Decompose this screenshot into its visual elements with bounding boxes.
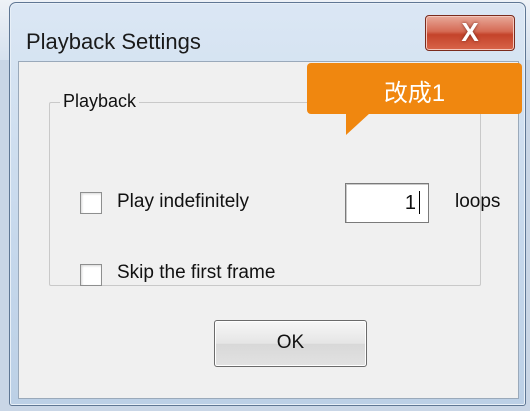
close-button[interactable]: X bbox=[425, 15, 515, 51]
text-caret bbox=[419, 191, 420, 214]
skip-first-frame-label[interactable]: Skip the first frame bbox=[117, 262, 275, 284]
skip-first-frame-checkbox[interactable] bbox=[80, 264, 102, 286]
annotation-text: 改成1 bbox=[383, 80, 446, 107]
ok-button[interactable]: OK bbox=[214, 320, 367, 367]
window-title: Playback Settings bbox=[26, 29, 201, 54]
ok-button-label: OK bbox=[276, 332, 305, 353]
loops-value: 1 bbox=[404, 192, 416, 214]
title-bar[interactable]: Playback Settings X bbox=[10, 3, 525, 61]
close-icon: X bbox=[461, 17, 479, 47]
play-indefinitely-checkbox[interactable] bbox=[80, 192, 102, 214]
playback-group-label: Playback bbox=[60, 91, 140, 112]
screenshot: Playback Settings X Playback Play indefi… bbox=[0, 0, 530, 411]
annotation-callout: 改成1 bbox=[307, 63, 522, 114]
loops-input[interactable]: 1 bbox=[345, 183, 429, 223]
playback-groupbox: Playback Play indefinitely 1 loops Skip … bbox=[49, 91, 500, 286]
play-indefinitely-label[interactable]: Play indefinitely bbox=[117, 191, 249, 213]
loops-label: loops bbox=[455, 191, 501, 212]
